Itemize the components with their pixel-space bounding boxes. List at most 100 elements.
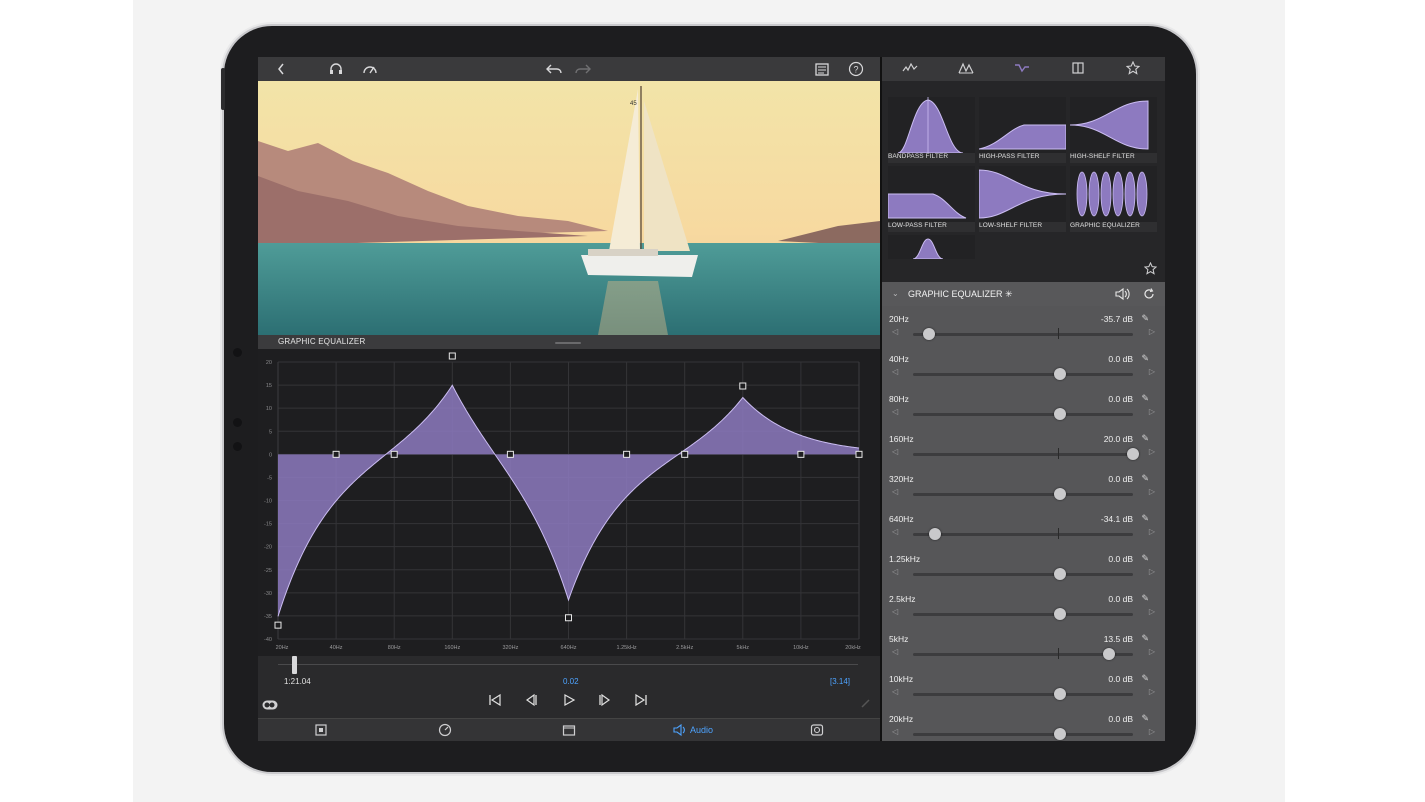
increase-arrow-icon[interactable]: ▷ [1149, 647, 1155, 656]
increase-arrow-icon[interactable]: ▷ [1149, 447, 1155, 456]
decrease-arrow-icon[interactable]: ◁ [892, 367, 898, 376]
play-icon[interactable] [562, 693, 576, 712]
balance-icon[interactable] [1070, 61, 1086, 80]
redo-icon[interactable] [574, 61, 592, 77]
band-slider-knob[interactable] [1053, 568, 1066, 580]
eq-band-handle[interactable] [797, 450, 805, 458]
decrease-arrow-icon[interactable]: ◁ [892, 687, 898, 696]
envelope-icon[interactable] [958, 61, 974, 80]
preset-low-pass-filter[interactable]: LOW-PASS FILTER [887, 166, 975, 232]
increase-arrow-icon[interactable]: ▷ [1149, 607, 1155, 616]
crop-icon[interactable] [314, 723, 328, 741]
eq-band-handle[interactable] [623, 450, 631, 458]
decrease-arrow-icon[interactable]: ◁ [892, 527, 898, 536]
preset-bandpass-filter[interactable]: BANDPASS FILTER [888, 97, 975, 163]
decrease-arrow-icon[interactable]: ◁ [892, 607, 898, 616]
increase-arrow-icon[interactable]: ▷ [1149, 327, 1155, 336]
band-slider-track[interactable] [913, 613, 1133, 616]
pencil-icon[interactable]: ✎ [1141, 593, 1149, 604]
band-slider-track[interactable] [913, 693, 1133, 696]
band-slider-knob[interactable] [1127, 448, 1139, 460]
increase-arrow-icon[interactable]: ▷ [1149, 687, 1155, 696]
eq-band-handle[interactable] [565, 614, 572, 622]
band-slider-track[interactable] [913, 333, 1133, 336]
pencil-icon[interactable] [860, 696, 872, 714]
eq-band-handle[interactable] [390, 450, 398, 458]
resize-handle[interactable] [555, 342, 581, 344]
band-slider-knob[interactable] [1053, 608, 1066, 620]
band-slider-track[interactable] [913, 413, 1133, 416]
step-forward-icon[interactable] [598, 693, 612, 712]
decrease-arrow-icon[interactable]: ◁ [892, 487, 898, 496]
waveform-icon[interactable] [902, 61, 918, 80]
decrease-arrow-icon[interactable]: ◁ [892, 727, 898, 736]
pencil-icon[interactable]: ✎ [1141, 433, 1149, 444]
eq-graph[interactable]: 20 15 10 5 0 -5 -10 -15 -20 -25 -30 -35 -40 20Hz 40Hz 8… [258, 349, 880, 656]
eq-graph-canvas[interactable]: 20 15 10 5 0 -5 -10 -15 -20 -25 -30 -35 -40 20Hz 40Hz 8… [258, 349, 880, 656]
preset-graphic-equalizer[interactable]: GRAPHIC EQUALIZER [1070, 166, 1157, 232]
eq-band-handle[interactable] [274, 621, 282, 629]
pencil-icon[interactable]: ✎ [1141, 633, 1149, 644]
speaker-icon[interactable] [672, 723, 686, 741]
band-slider-track[interactable] [913, 493, 1133, 496]
eq-band-handle[interactable] [332, 450, 340, 458]
pencil-icon[interactable]: ✎ [1141, 673, 1149, 684]
band-slider-track[interactable] [913, 453, 1133, 456]
eq-band-handle[interactable] [855, 450, 863, 458]
pencil-icon[interactable]: ✎ [1141, 513, 1149, 524]
pencil-icon[interactable]: ✎ [1141, 393, 1149, 404]
band-slider-track[interactable] [913, 573, 1133, 576]
back-chevron-icon[interactable] [276, 61, 286, 77]
eq-band-handle[interactable] [448, 352, 456, 360]
speaker-icon[interactable] [1114, 287, 1130, 306]
band-slider-track[interactable] [913, 373, 1133, 376]
skip-to-start-icon[interactable] [488, 693, 502, 712]
eq-icon[interactable] [1014, 61, 1030, 80]
speed-icon[interactable] [438, 723, 452, 741]
band-slider-knob[interactable] [1053, 368, 1066, 380]
preset-peak-filter[interactable] [888, 235, 975, 260]
undo-icon[interactable] [545, 61, 563, 77]
clip-icon[interactable] [562, 723, 576, 741]
preset-high-pass-filter[interactable]: HIGH-PASS FILTER [978, 97, 1067, 163]
band-slider-knob[interactable] [1103, 648, 1116, 660]
decrease-arrow-icon[interactable]: ◁ [892, 647, 898, 656]
increase-arrow-icon[interactable]: ▷ [1149, 407, 1155, 416]
headphones-icon[interactable] [328, 61, 344, 77]
increase-arrow-icon[interactable]: ▷ [1149, 367, 1155, 376]
pencil-icon[interactable]: ✎ [1141, 473, 1149, 484]
decrease-arrow-icon[interactable]: ◁ [892, 407, 898, 416]
reset-icon[interactable] [1142, 287, 1156, 306]
band-slider-knob[interactable] [1053, 488, 1066, 500]
eq-band-handle[interactable] [681, 450, 689, 458]
gauge-icon[interactable] [362, 61, 378, 77]
band-slider-track[interactable] [913, 653, 1133, 656]
decrease-arrow-icon[interactable]: ◁ [892, 567, 898, 576]
playhead[interactable] [292, 656, 297, 674]
loop-toggle-icon[interactable] [262, 697, 278, 715]
preset-low-shelf-filter[interactable]: LOW-SHELF FILTER [978, 166, 1067, 232]
band-slider-knob[interactable] [928, 528, 941, 540]
pencil-icon[interactable]: ✎ [1141, 313, 1149, 324]
preset-high-shelf-filter[interactable]: HIGH-SHELF FILTER [1069, 97, 1157, 163]
eq-band-handle[interactable] [739, 382, 747, 390]
eq-panel-header[interactable]: ⌄ GRAPHIC EQUALIZER ✳ [882, 282, 1165, 306]
eq-band-handle[interactable] [506, 450, 514, 458]
color-icon[interactable] [810, 723, 824, 741]
band-slider-knob[interactable] [1053, 728, 1066, 740]
increase-arrow-icon[interactable]: ▷ [1149, 727, 1155, 736]
increase-arrow-icon[interactable]: ▷ [1149, 567, 1155, 576]
step-back-icon[interactable] [524, 693, 538, 712]
increase-arrow-icon[interactable]: ▷ [1149, 487, 1155, 496]
chevron-down-icon[interactable]: ⌄ [892, 289, 899, 298]
timeline-track[interactable] [278, 664, 858, 665]
skip-to-end-icon[interactable] [634, 693, 648, 712]
band-slider-knob[interactable] [1053, 688, 1066, 700]
decrease-arrow-icon[interactable]: ◁ [892, 327, 898, 336]
help-icon[interactable]: ? [848, 61, 864, 77]
band-slider-knob[interactable] [1053, 408, 1066, 420]
decrease-arrow-icon[interactable]: ◁ [892, 447, 898, 456]
band-slider-track[interactable] [913, 733, 1133, 736]
clipboard-icon[interactable] [814, 61, 830, 77]
pencil-icon[interactable]: ✎ [1141, 553, 1149, 564]
